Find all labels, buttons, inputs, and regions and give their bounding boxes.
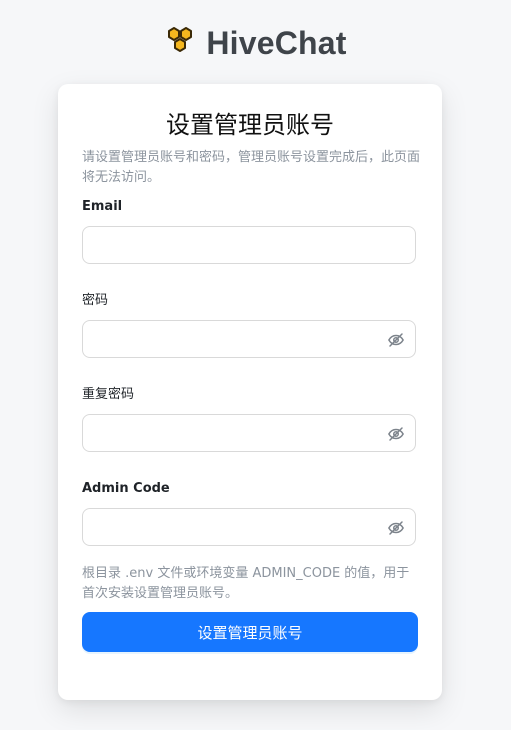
page-title: 设置管理员账号 — [166, 111, 334, 139]
set-admin-account-button[interactable]: 设置管理员账号 — [82, 612, 418, 652]
password-label: 密码 — [82, 293, 109, 308]
admin-setup-card: 设置管理员账号 请设置管理员账号和密码，管理员账号设置完成后，此页面将无法访问。… — [58, 84, 442, 700]
brand-header: HiveChat — [0, 22, 511, 62]
page-description: 请设置管理员账号和密码，管理员账号设置完成后，此页面将无法访问。 — [82, 150, 421, 185]
password-field[interactable] — [82, 320, 416, 358]
brand-name: HiveChat — [206, 25, 347, 61]
repeat-password-field[interactable] — [82, 414, 416, 452]
repeat-password-label: 重复密码 — [82, 387, 135, 402]
password-input[interactable] — [93, 321, 363, 357]
admin-code-field[interactable] — [82, 508, 416, 546]
admin-code-label: Admin Code — [82, 481, 170, 496]
admin-code-input[interactable] — [93, 509, 363, 545]
email-label: Email — [82, 199, 123, 214]
eye-off-icon[interactable] — [387, 519, 405, 537]
email-field[interactable] — [82, 226, 416, 264]
admin-code-hint: 根目录 .env 文件或环境变量 ADMIN_CODE 的值，用于首次安装设置管… — [82, 566, 410, 601]
email-input[interactable] — [93, 227, 363, 263]
repeat-password-input[interactable] — [93, 415, 363, 451]
eye-off-icon[interactable] — [387, 331, 405, 349]
honeycomb-logo-icon — [168, 27, 193, 52]
eye-off-icon[interactable] — [387, 425, 405, 443]
